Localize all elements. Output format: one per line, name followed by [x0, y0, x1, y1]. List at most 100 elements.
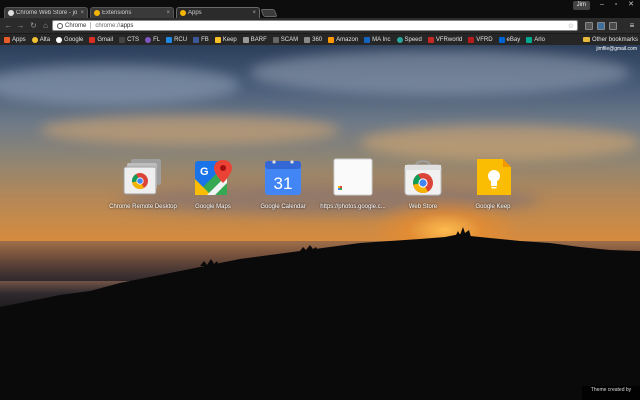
url-scheme: chrome:// [95, 22, 121, 29]
bookmark-ma-inc[interactable]: MA Inc [364, 36, 391, 43]
profile-button[interactable]: Jim [572, 1, 590, 10]
app-label: Google Maps [195, 204, 231, 210]
chrome-logo-icon [57, 22, 63, 29]
arlo-icon [526, 36, 533, 43]
bookmark-label: CTS [127, 36, 140, 43]
other-bookmarks-label: Other bookmarks [591, 36, 638, 43]
bookmark-amazon[interactable]: Amazon [328, 36, 358, 43]
bookmark-scam[interactable]: SCAM [272, 36, 299, 43]
bookmark-360[interactable]: 360 [304, 36, 323, 43]
bookmark-apps[interactable]: Apps [4, 36, 26, 43]
app-grid: Chrome Remote Desktop G Google Maps 31 G… [108, 157, 548, 210]
app-web-store[interactable]: Web Store [388, 157, 458, 210]
vfrworld-icon [427, 36, 434, 43]
tab-extensions[interactable]: Extensions × [90, 7, 174, 18]
bookmark-label: RCU [174, 36, 188, 43]
chrome-menu-icon[interactable]: ≡ [628, 21, 636, 30]
forward-arrow-icon[interactable]: → [16, 21, 25, 30]
bookmark-label: Apps [12, 36, 26, 43]
close-window-icon[interactable]: ✕ [625, 1, 637, 9]
bookmark-label: FL [153, 36, 161, 43]
app-google-keep[interactable]: Google Keep [458, 157, 528, 210]
bookmark-vfrd[interactable]: VFRD [468, 36, 493, 43]
app-google-calendar[interactable]: 31 Google Calendar [248, 157, 318, 210]
app-google-maps[interactable]: G Google Maps [178, 157, 248, 210]
apps-favicon-icon [180, 10, 186, 16]
bookmark-label: Gmail [97, 36, 114, 43]
toolbar: ← → ↻ ⌂ Chrome chrome://apps ☆ ≡ [0, 18, 640, 34]
theme-credit[interactable]: Theme created by [582, 386, 640, 400]
bookmark-label: BARF [250, 36, 267, 43]
bookmark-vfrworld[interactable]: VFRworld [427, 36, 462, 43]
bookmark-gmail[interactable]: Gmail [89, 36, 114, 43]
bookmark-keep[interactable]: Keep [214, 36, 237, 43]
cast-icon[interactable] [609, 22, 617, 30]
account-email[interactable]: jimfile@gmail.com [596, 46, 637, 52]
new-tab-button[interactable] [260, 9, 278, 17]
maximize-icon[interactable]: ▫ [610, 1, 622, 9]
back-arrow-icon[interactable]: ← [4, 21, 13, 30]
bookmark-star-icon[interactable]: ☆ [568, 22, 574, 30]
security-chip[interactable]: Chrome [57, 22, 87, 29]
minimize-icon[interactable]: – [596, 1, 608, 9]
reload-icon[interactable]: ↻ [29, 21, 38, 30]
app-label: Chrome Remote Desktop [109, 204, 177, 210]
bookmark-fb[interactable]: FB [193, 36, 209, 43]
bookmark-label: SCAM [280, 36, 299, 43]
bookmark-label: Arlo [534, 36, 545, 43]
extensions-favicon-icon [94, 10, 100, 16]
tab-apps[interactable]: Apps × [176, 7, 260, 18]
bookmarks-bar: Apps Alta Google Gmail CTS FL RCU FB Kee… [0, 34, 640, 45]
360-icon [304, 36, 311, 43]
fl-icon [145, 36, 152, 43]
bookmark-ebay[interactable]: eBay [498, 36, 520, 43]
tab-title: Chrome Web Store - jo [16, 10, 78, 16]
bookmark-arlo[interactable]: Arlo [526, 36, 545, 43]
ebay-icon [498, 36, 505, 43]
bookmark-google[interactable]: Google [56, 36, 84, 43]
tab-chrome-web-store[interactable]: Chrome Web Store - jo × [4, 7, 88, 18]
extension-icon[interactable] [585, 22, 593, 30]
bookmark-fl[interactable]: FL [145, 36, 161, 43]
bookmark-cts[interactable]: CTS [119, 36, 140, 43]
app-label: Web Store [408, 204, 438, 210]
alta-icon [31, 36, 38, 43]
home-icon[interactable]: ⌂ [41, 21, 50, 30]
close-icon[interactable]: × [80, 10, 84, 16]
bookmark-barf[interactable]: BARF [242, 36, 267, 43]
vfrd-icon [468, 36, 475, 43]
svg-text:G: G [200, 166, 209, 178]
ma-inc-icon [364, 36, 371, 43]
speed-icon [396, 36, 403, 43]
apps-page: jimfile@gmail.com Chrome Remote Desktop [0, 45, 640, 400]
url-text[interactable]: chrome://apps [95, 23, 133, 29]
rcu-icon [166, 36, 173, 43]
other-bookmarks[interactable]: Other bookmarks [582, 34, 638, 45]
bookmark-label: 360 [312, 36, 323, 43]
bookmark-rcu[interactable]: RCU [166, 36, 188, 43]
close-icon[interactable]: × [252, 10, 256, 16]
bookmark-alta[interactable]: Alta [31, 36, 50, 43]
bookmark-label: Google [64, 36, 84, 43]
app-chrome-remote-desktop[interactable]: Chrome Remote Desktop [108, 157, 178, 210]
google-maps-icon: G [195, 160, 232, 195]
omnibox-divider [90, 22, 92, 29]
folder-icon [582, 37, 590, 42]
gmail-icon [89, 36, 96, 43]
barf-icon [242, 36, 249, 43]
chrome-web-store-icon [404, 160, 442, 196]
chrome-remote-desktop-icon [123, 159, 161, 195]
address-bar[interactable]: Chrome chrome://apps ☆ [52, 20, 578, 31]
amazon-icon [328, 36, 335, 43]
close-icon[interactable]: × [166, 10, 170, 16]
security-chip-label: Chrome [65, 22, 87, 29]
bookmark-label: MA Inc [372, 36, 391, 43]
bookmark-speed[interactable]: Speed [396, 36, 422, 43]
extension-icon[interactable] [597, 22, 605, 30]
google-icon [56, 36, 63, 43]
apps-grid-icon [4, 36, 10, 43]
google-keep-icon [477, 159, 511, 195]
app-label: Google Keep [475, 204, 511, 210]
tab-title: Extensions [102, 10, 132, 16]
app-google-photos[interactable]: https://photos.google.c... [318, 157, 388, 210]
